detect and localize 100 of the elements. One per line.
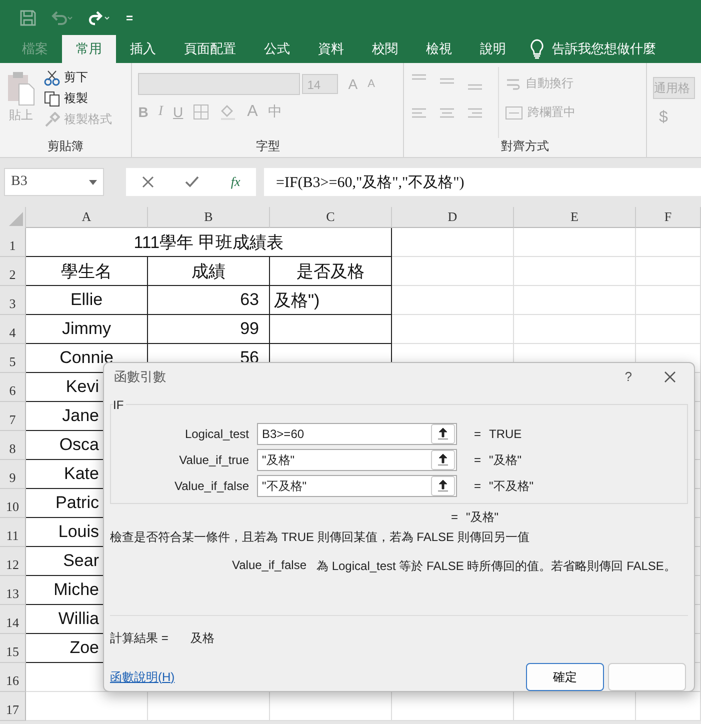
column-header[interactable]: B <box>148 207 270 228</box>
ribbon-tab[interactable]: 插入 <box>116 35 170 63</box>
row-header[interactable]: 16 <box>0 663 26 692</box>
table-cell: Patric <box>56 493 99 513</box>
border-icon[interactable] <box>193 104 210 120</box>
function-description: 檢查是否符合某一條件，且若為 TRUE 則傳回某值，若為 FALSE 則傳回另一值 <box>110 529 530 546</box>
scissors-icon <box>44 70 60 86</box>
argument-name: Value_if_false <box>232 558 306 574</box>
row-header[interactable]: 13 <box>0 576 26 605</box>
row-header[interactable]: 17 <box>0 692 26 721</box>
clipboard-command[interactable]: 複製 <box>44 90 112 107</box>
argument-field[interactable]: "及格" <box>257 449 457 472</box>
undo-icon[interactable] <box>50 10 74 26</box>
redo-icon[interactable] <box>88 10 112 26</box>
column-header[interactable]: E <box>514 207 636 228</box>
group-label: 對齊方式 <box>500 138 550 155</box>
empty-cell[interactable] <box>270 315 392 344</box>
formula-field[interactable]: =IF(B3>=60,"及格","不及格") <box>264 168 701 196</box>
table-cell: 63 <box>240 290 259 310</box>
argument-label: Logical_test <box>184 427 250 442</box>
table-cell: Ellie <box>70 290 103 310</box>
dialog-title: 函數引數 <box>114 368 167 386</box>
customize-button[interactable]: = <box>126 10 134 24</box>
font-name-field[interactable] <box>138 73 300 95</box>
row-header[interactable]: 14 <box>0 605 26 634</box>
ribbon-tab[interactable]: 頁面配置 <box>170 35 250 63</box>
row-header[interactable]: 15 <box>0 634 26 663</box>
column-header[interactable]: C <box>270 207 392 228</box>
table-cell: Osca <box>59 435 99 455</box>
group-label: 剪貼簿 <box>46 138 85 155</box>
formula-result-label: 計算結果 = <box>110 630 168 647</box>
row-header[interactable]: 12 <box>0 547 26 576</box>
row-header[interactable]: 4 <box>0 315 26 344</box>
column-heading: 成績 <box>192 260 226 282</box>
table-title: 111學年 甲班成績表 <box>134 232 284 254</box>
row-header[interactable]: 7 <box>0 402 26 431</box>
table-cell: Zoe <box>70 638 99 658</box>
tell-me-field[interactable]: 告訴我您想做什麼 <box>552 35 656 63</box>
equals-sign: = <box>472 453 481 468</box>
column-heading: 學生名 <box>61 260 112 282</box>
row-header[interactable]: 5 <box>0 344 26 373</box>
ok-button[interactable]: 確定 <box>526 663 604 691</box>
ribbon-tab[interactable]: 公式 <box>250 35 304 63</box>
equals-sign: = <box>450 510 458 524</box>
argument-field[interactable]: "不及格" <box>257 475 457 498</box>
group-label: 字型 <box>254 138 281 155</box>
equals-sign: = <box>472 427 481 442</box>
argument-label: Value_if_true <box>178 453 250 468</box>
ribbon-tab[interactable]: 常用 <box>62 35 116 63</box>
save-icon[interactable] <box>20 10 36 26</box>
equals-sign: = <box>472 479 481 494</box>
merge-icon <box>505 104 524 120</box>
table-cell: Sear <box>63 551 99 571</box>
ribbon-tab[interactable]: 資料 <box>304 35 358 63</box>
column-header[interactable]: A <box>26 207 148 228</box>
table-cell: Jimmy <box>62 319 112 339</box>
argument-description: 為 Logical_test 等於 FALSE 時所傳回的值。若省略則傳回 FALSE。 <box>316 558 676 575</box>
fill-bucket-icon[interactable] <box>219 103 238 121</box>
row-header[interactable]: 9 <box>0 460 26 489</box>
collapse-dialog-icon[interactable] <box>431 424 455 444</box>
table-cell: 99 <box>240 319 259 339</box>
formula-result: 及格 <box>190 630 214 647</box>
ribbon-tab[interactable]: 檢視 <box>412 35 466 63</box>
argument-result: "不及格" <box>488 478 534 495</box>
row-header[interactable]: 2 <box>0 257 26 286</box>
row-header[interactable]: 11 <box>0 518 26 547</box>
row-header[interactable]: 3 <box>0 286 26 315</box>
row-header[interactable]: 10 <box>0 489 26 518</box>
collapse-dialog-icon[interactable] <box>431 476 455 496</box>
check-icon[interactable] <box>185 176 200 188</box>
row-header[interactable]: 6 <box>0 373 26 402</box>
table-cell: Connie <box>60 348 114 368</box>
argument-field[interactable]: B3>=60 <box>257 423 457 446</box>
dialog-button[interactable] <box>608 663 686 691</box>
row-header[interactable]: 8 <box>0 431 26 460</box>
select-all-icon[interactable] <box>9 212 23 226</box>
cancel-icon[interactable] <box>142 176 154 188</box>
table-cell: Kevi <box>66 377 99 397</box>
function-result: "及格" <box>465 508 499 526</box>
close-icon[interactable] <box>664 370 676 383</box>
copy-icon <box>44 90 60 106</box>
argument-result: "及格" <box>488 452 522 469</box>
ribbon-tab[interactable]: 說明 <box>466 35 520 63</box>
clipboard-command[interactable]: 剪下 <box>44 69 112 86</box>
column-header[interactable]: D <box>392 207 514 228</box>
brush-icon <box>44 112 60 128</box>
table-cell: Miche <box>54 580 99 600</box>
table-cell: Jane <box>62 406 99 426</box>
table-cell-text: 及格") <box>274 290 320 312</box>
row-header[interactable]: 1 <box>0 228 26 257</box>
insert-function-button[interactable]: fx <box>230 174 240 190</box>
argument-result: TRUE <box>488 427 522 442</box>
help-button[interactable]: ? <box>624 369 632 384</box>
name-box[interactable]: B3 <box>4 168 104 196</box>
collapse-dialog-icon[interactable] <box>431 450 455 470</box>
column-header[interactable]: F <box>636 207 701 228</box>
help-link[interactable]: 函數說明(H) <box>110 668 526 686</box>
table-cell: Kate <box>64 464 99 484</box>
table-cell: Louis <box>58 522 99 542</box>
ribbon-tab[interactable]: 校閱 <box>358 35 412 63</box>
